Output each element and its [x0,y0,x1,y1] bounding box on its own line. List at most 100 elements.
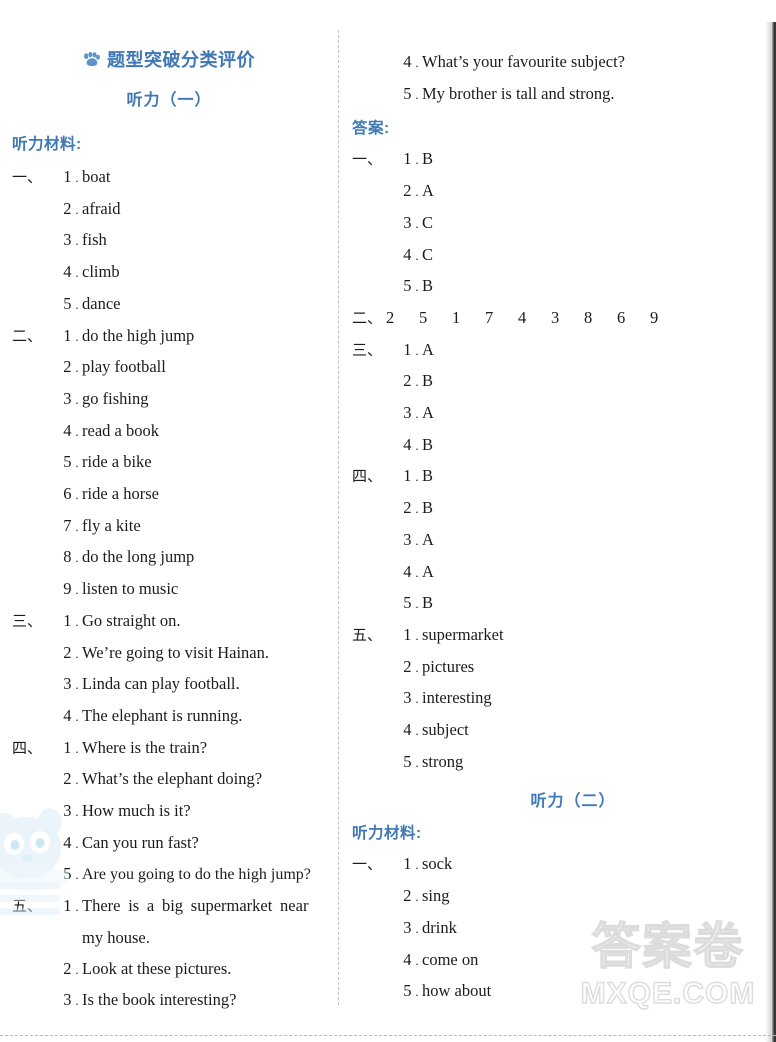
list-item: 5. Are you going to do the high jump? [12,859,338,891]
answer-value: supermarket [422,624,504,644]
item-text: sock [422,854,453,874]
item-dot: . [75,677,79,693]
item-dot: . [415,152,419,168]
item-dot: . [75,613,79,629]
item-number: 2 [403,181,412,201]
list-item: 3. C [352,208,776,240]
item-number: 3 [403,917,412,937]
material-section-3: 三、 1. Go straight on. 2. We’re going to … [12,606,338,733]
item-text: afraid [82,198,121,218]
sequence-value: 1 [452,307,461,327]
item-number: 5 [403,83,412,103]
listening-part-one-title: 听力（一） [126,92,212,109]
item-number: 5 [63,293,72,313]
list-item: 4. climb [12,257,338,289]
list-item: 四、 1. Where is the train? [12,733,338,765]
item-text: do the long jump [82,547,195,567]
sequence-value: 7 [485,307,494,327]
list-item: 5. strong [352,747,776,779]
paw-icon [83,51,100,67]
item-dot: . [75,961,79,977]
list-item: 5. B [352,271,776,303]
list-item: 4. Can you run fast? [12,828,338,860]
sequence-value: 5 [419,307,428,327]
answers-label: 答案: [352,120,390,138]
item-dot: . [75,835,79,851]
list-item: 2. pictures [352,652,776,684]
item-number: 5 [403,593,412,613]
listening-materials-label: 听力材料: [12,136,82,153]
item-dot: . [415,437,419,453]
item-number: 1 [63,896,72,916]
answer-value: B [422,434,434,454]
material-section-2: 二、 1. do the high jump 2. play football … [12,321,338,606]
item-text: Go straight on. [82,610,181,630]
section-marker: 二、 [352,309,383,327]
list-item: 5. ride a bike [12,447,338,479]
answer-value: subject [422,720,469,740]
list-item: 3. go fishing [12,384,338,416]
item-number: 4 [403,434,412,454]
answer-value: B [422,466,434,486]
item-dot: . [75,867,79,883]
list-item: 5. My brother is tall and strong. [352,79,776,111]
list-item: 2. afraid [12,194,338,226]
item-dot: . [415,596,419,612]
page-title-text: 题型突破分类评价 [107,50,255,70]
list-item: 3. drink [352,913,776,945]
material-section-5-continued: 4. What’s your favourite subject? 5. My … [352,47,776,110]
item-dot: . [75,708,79,724]
list-item: 3. interesting [352,683,776,715]
item-number: 1 [63,610,72,630]
list-item: 4. come on [352,945,776,977]
item-text: climb [82,262,120,282]
list-item: 3. A [352,398,776,430]
list-item: 3. A [352,525,776,557]
list-item: 2. sing [352,881,776,913]
item-number: 1 [403,339,412,359]
item-number: 6 [63,484,72,504]
item-text: What’s the elephant doing? [82,769,263,789]
item-text: Where is the train? [82,737,208,757]
item-text: play football [82,357,166,377]
item-dot: . [415,691,419,707]
item-number: 8 [63,547,72,567]
list-item: 4. subject [352,715,776,747]
list-item: 一、 1. boat [12,162,338,194]
item-dot: . [415,564,419,580]
material2-section-1: 一、 1. sock 2. sing 3. drink 4. come on 5… [352,849,776,1008]
item-number: 4 [63,262,72,282]
item-dot: . [75,391,79,407]
section-marker: 四、 [352,468,383,486]
answer-value: C [422,244,434,264]
item-dot: . [75,360,79,376]
item-number: 3 [403,212,412,232]
list-item: 4. B [352,430,776,462]
item-dot: . [75,899,79,915]
item-dot: . [415,532,419,548]
list-item: 2. B [352,493,776,525]
list-item: 五、 1. There is a big supermarket near [12,891,338,923]
item-number: 2 [403,656,412,676]
item-number: 3 [63,801,72,821]
item-dot: . [75,645,79,661]
list-item: 4. The elephant is running. [12,701,338,733]
answer-section-5: 五、 1. supermarket 2. pictures 3. interes… [352,620,776,779]
item-dot: . [75,772,79,788]
item-number: 2 [63,769,72,789]
item-dot: . [75,804,79,820]
right-body: 4. What’s your favourite subject? 5. My … [352,47,776,1008]
listening-part-two-title: 听力（二） [530,793,616,811]
item-number: 2 [63,642,72,662]
item-dot: . [415,55,419,70]
item-dot: . [75,518,79,534]
sequence-value: 2 [386,307,395,327]
item-number: 3 [63,674,72,694]
answer-value: C [422,212,434,232]
section-marker: 四、 [12,739,43,757]
list-item: 9. listen to music [12,574,338,606]
item-dot: . [75,201,79,217]
item-number: 4 [63,832,72,852]
item-text: dance [82,293,121,313]
item-dot: . [75,455,79,471]
